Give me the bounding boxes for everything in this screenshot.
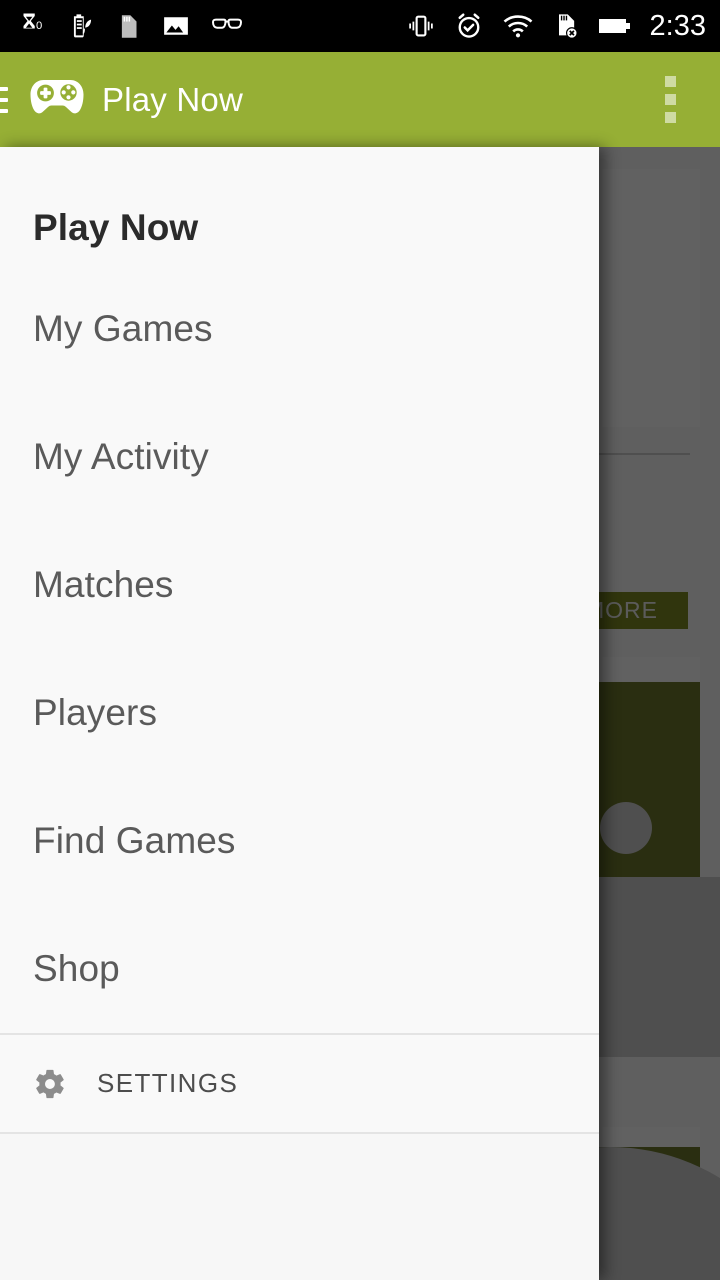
battery-saver-leaf-icon [66,11,94,41]
hourglass-icon: 0 [16,11,46,41]
status-bar-left-icons: 0 [16,11,263,41]
drawer-item-play-now[interactable]: Play Now [0,147,599,265]
drawer-item-label: Players [33,692,158,733]
drawer-item-label: Shop [33,948,120,989]
drawer-item-label: My Activity [33,436,209,477]
drawer-item-label: My Games [33,308,213,349]
drawer-empty-area [0,1134,599,1280]
status-bar: 0 2:33 [0,0,720,52]
battery-full-icon [598,11,632,41]
status-bar-right-icons: 2:33 [388,10,706,43]
app-toolbar: Play Now [0,52,720,147]
navigation-drawer: Play Now My Games My Activity Matches Pl… [0,147,599,1280]
drawer-item-label: Find Games [33,820,236,861]
gamepad-icon [26,74,88,125]
svg-text:0: 0 [36,20,42,32]
drawer-item-label: Matches [33,564,174,605]
glasses-3d-icon [211,11,243,41]
gear-icon [33,1067,67,1101]
sd-card-removed-icon [552,11,580,41]
sd-card-icon [114,11,141,41]
drawer-item-list: Play Now My Games My Activity Matches Pl… [0,147,599,1033]
drawer-settings-label: SETTINGS [97,1068,239,1098]
wifi-icon [502,11,534,41]
hamburger-menu-icon[interactable] [0,86,8,113]
drawer-item-my-games[interactable]: My Games [0,265,599,393]
photo-image-icon [161,11,191,41]
overflow-menu-icon[interactable] [665,76,676,123]
status-bar-clock: 2:33 [649,9,706,42]
alarm-clock-icon [454,11,484,41]
drawer-item-matches[interactable]: Matches [0,521,599,649]
drawer-item-players[interactable]: Players [0,649,599,777]
vibrate-mode-icon [406,11,436,41]
phone-screen: 0 2:33 Play Now My Games My Activity Mat… [0,0,720,1280]
page-title: Play Now [102,80,243,118]
drawer-item-my-activity[interactable]: My Activity [0,393,599,521]
drawer-item-label: Play Now [33,207,199,248]
drawer-item-find-games[interactable]: Find Games [0,777,599,905]
drawer-item-shop[interactable]: Shop [0,905,599,1033]
drawer-item-settings[interactable]: SETTINGS [0,1035,599,1132]
